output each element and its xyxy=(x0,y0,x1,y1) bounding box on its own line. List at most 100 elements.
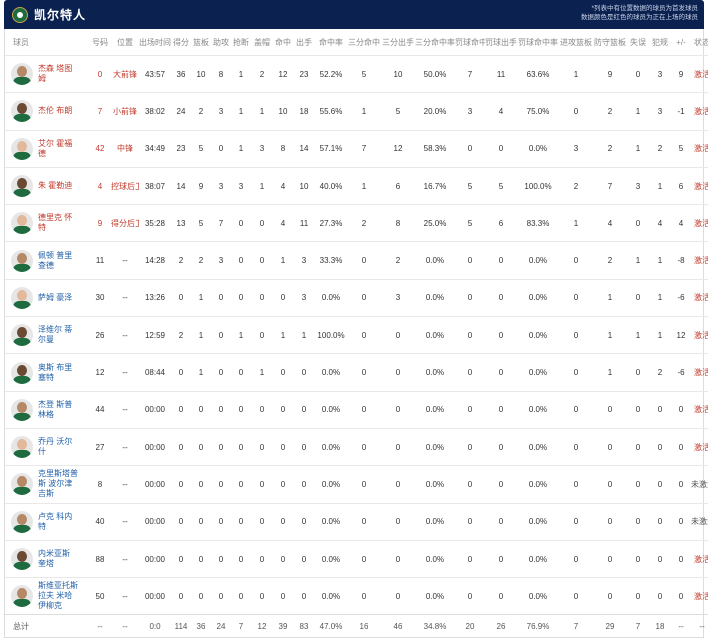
stat-fga: 1 xyxy=(293,316,315,354)
stat-position: -- xyxy=(111,502,139,541)
stat-fgp: 0.0% xyxy=(315,539,347,578)
stat-tpa: 8 xyxy=(381,204,415,242)
stat-tpp: 0.0% xyxy=(415,278,455,317)
stat-ftp: 100.0% xyxy=(517,166,559,205)
stat-fga: 14 xyxy=(293,129,315,168)
stat-fgm: 0 xyxy=(273,577,293,615)
stat-dreb: 1 xyxy=(593,278,627,317)
player-name-link[interactable]: 泽维尔 蒂尔曼 xyxy=(38,325,78,345)
column-header: 位置 xyxy=(117,37,133,47)
player-name-link[interactable]: 杰登 斯普林格 xyxy=(38,400,78,420)
player-name-link[interactable]: 奥斯 布里塞特 xyxy=(38,363,78,383)
total-min: 0:0 xyxy=(139,614,171,638)
stat-pm: 0 xyxy=(671,539,691,578)
stat-stl: 0 xyxy=(231,502,251,541)
player-name-link[interactable]: 朱 霍勒迪 xyxy=(38,181,78,191)
total-dreb: 29 xyxy=(593,614,627,638)
stat-stl: 1 xyxy=(231,129,251,168)
player-avatar xyxy=(11,510,33,533)
stat-position: 控球后卫 xyxy=(111,166,139,205)
player-avatar xyxy=(11,100,33,123)
stat-tpp: 0.0% xyxy=(415,316,455,354)
player-cell: 卢克 科内特 xyxy=(5,502,89,541)
column-header: 三分出手 xyxy=(382,37,414,47)
stat-fta: 0 xyxy=(485,427,517,466)
total-ftp: 76.9% xyxy=(517,614,559,638)
stat-ast: 0 xyxy=(211,316,231,354)
stat-number: 0 xyxy=(89,54,111,93)
stat-min: 08:44 xyxy=(139,353,171,392)
stat-tpp: 0.0% xyxy=(415,353,455,392)
stat-fgm: 12 xyxy=(273,54,293,93)
stat-oreb: 0 xyxy=(559,241,593,280)
total-pts: 114 xyxy=(171,614,191,638)
stat-min: 00:00 xyxy=(139,427,171,466)
stat-pf: 3 xyxy=(649,54,671,93)
player-cell: 德里克 怀特 xyxy=(5,204,89,242)
column-header: 命中率 xyxy=(319,37,343,47)
player-name-link[interactable]: 德里克 怀特 xyxy=(38,213,78,233)
stat-tpa: 3 xyxy=(381,278,415,317)
player-name-link[interactable]: 杰森 塔图姆 xyxy=(38,64,78,84)
player-avatar xyxy=(11,286,33,309)
stat-fgp: 0.0% xyxy=(315,502,347,541)
stat-tov: 0 xyxy=(627,577,649,615)
stat-fgp: 0.0% xyxy=(315,465,347,504)
stat-ast: 3 xyxy=(211,241,231,280)
stat-pf: 0 xyxy=(649,465,671,504)
total-stl: 7 xyxy=(231,614,251,638)
column-header: 防守篮板 xyxy=(594,37,626,47)
stat-position: -- xyxy=(111,278,139,317)
stat-fga: 23 xyxy=(293,54,315,93)
stat-stl: 0 xyxy=(231,427,251,466)
stat-pf: 4 xyxy=(649,204,671,242)
stat-min: 43:57 xyxy=(139,54,171,93)
player-name-link[interactable]: 萨姆 豪泽 xyxy=(38,293,78,303)
stat-ftp: 0.0% xyxy=(517,577,559,615)
stat-dreb: 7 xyxy=(593,166,627,205)
stat-blk: 0 xyxy=(251,502,273,541)
player-name-link[interactable]: 克里斯塔普斯 波尔津吉斯 xyxy=(38,469,78,499)
player-name-link[interactable]: 斯维亚托斯拉夫 米哈伊柳克 xyxy=(38,581,78,611)
total-ftm: 20 xyxy=(455,614,485,638)
stat-pf: 3 xyxy=(649,92,671,131)
stat-tov: 1 xyxy=(627,92,649,131)
stat-oreb: 0 xyxy=(559,390,593,429)
stat-tov: 0 xyxy=(627,502,649,541)
stat-dreb: 0 xyxy=(593,502,627,541)
stat-stl: 0 xyxy=(231,241,251,280)
total-tpa: 46 xyxy=(381,614,415,638)
stat-pf: 0 xyxy=(649,502,671,541)
stat-pts: 0 xyxy=(171,390,191,429)
stat-fta: 0 xyxy=(485,465,517,504)
stat-fgm: 4 xyxy=(273,166,293,205)
stat-reb: 5 xyxy=(191,204,211,242)
stat-position: -- xyxy=(111,241,139,280)
stat-pf: 0 xyxy=(649,577,671,615)
column-header: 罚球命中 xyxy=(455,37,485,47)
stat-ftm: 5 xyxy=(455,204,485,242)
stat-status: 激活 xyxy=(691,539,708,578)
column-header: 命中 xyxy=(275,37,291,47)
player-row: 杰伦 布朗 7 小前锋 38:02 24 2 3 1 1 10 18 55.6% 1 5 20.0% 3 4 75… xyxy=(5,92,708,131)
stat-tov: 0 xyxy=(627,539,649,578)
player-name-link[interactable]: 杰伦 布朗 xyxy=(38,106,78,116)
stat-number: 7 xyxy=(89,92,111,131)
player-avatar xyxy=(11,473,33,496)
stat-reb: 0 xyxy=(191,539,211,578)
stat-stl: 1 xyxy=(231,54,251,93)
player-name-link[interactable]: 内米亚斯 奎塔 xyxy=(38,549,78,569)
stat-fgm: 0 xyxy=(273,278,293,317)
player-name-link[interactable]: 乔丹 沃尔什 xyxy=(38,437,78,457)
stat-tov: 1 xyxy=(627,241,649,280)
total-status: -- xyxy=(691,614,708,638)
stat-ftm: 0 xyxy=(455,316,485,354)
stat-fta: 4 xyxy=(485,92,517,131)
player-row: 艾尔 霍福德 42 中锋 34:49 23 5 0 1 3 8 14 57.1% 7 12 58.3% 0 0 0… xyxy=(5,129,708,168)
total-tpm: 16 xyxy=(347,614,381,638)
player-avatar xyxy=(11,361,33,384)
player-name-link[interactable]: 艾尔 霍福德 xyxy=(38,139,78,159)
player-name-link[interactable]: 卢克 科内特 xyxy=(38,512,78,532)
player-name-link[interactable]: 佩顿 普里查德 xyxy=(38,251,78,271)
stat-tpm: 0 xyxy=(347,427,381,466)
